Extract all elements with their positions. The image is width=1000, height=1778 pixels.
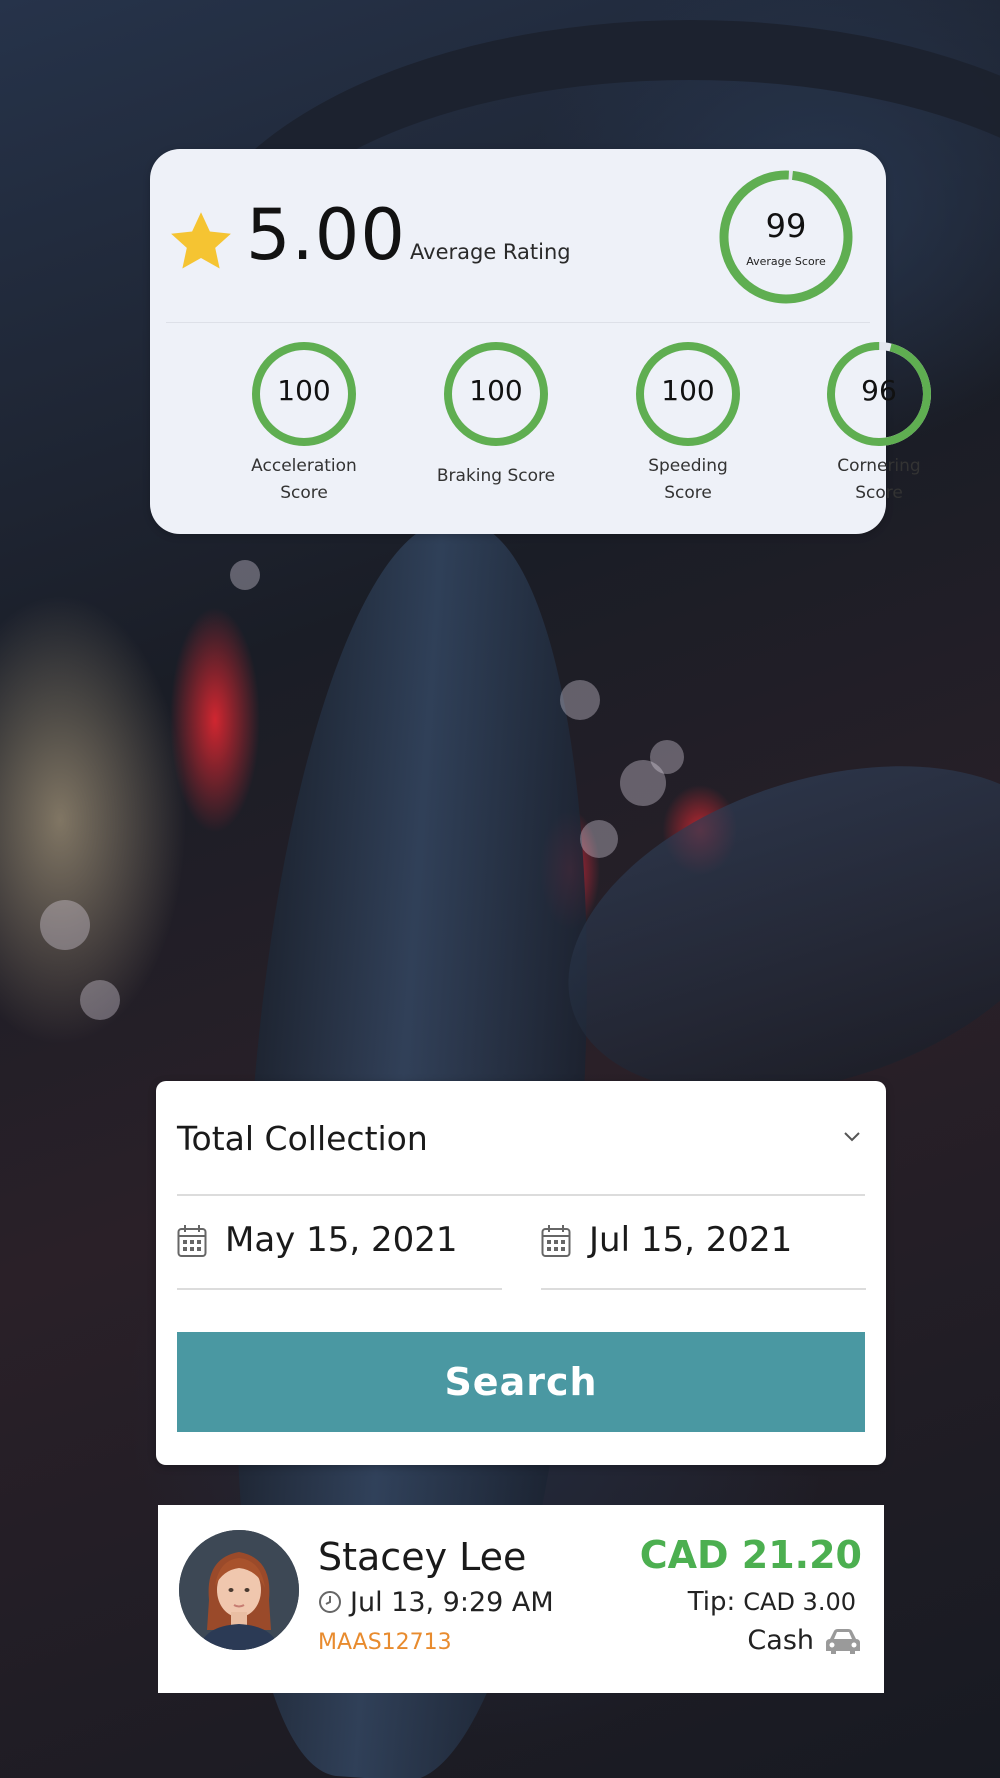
acceleration-score: 100 Acceleration Score <box>224 341 384 507</box>
driver-score-card: 5.00 Average Rating 99 Average Score 100… <box>150 149 931 534</box>
speeding-score: 100 Speeding Score <box>608 341 768 507</box>
card-divider <box>166 322 870 323</box>
average-rating-value: 5.00 <box>246 194 406 276</box>
speeding-score-label: Speeding Score <box>648 456 728 503</box>
fare-amount: CAD 21.20 <box>639 1533 862 1577</box>
start-date-value: May 15, 2021 <box>225 1220 458 1260</box>
report-type-value: Total Collection <box>177 1119 428 1158</box>
braking-score-label: Braking Score <box>436 466 556 486</box>
calendar-icon <box>541 1225 571 1257</box>
payment-method: Cash <box>747 1625 862 1656</box>
braking-score: 100 Braking Score <box>416 341 576 490</box>
avatar <box>179 1530 299 1650</box>
start-date-field[interactable]: May 15, 2021 <box>177 1214 502 1290</box>
tip-amount: Tip: CAD 3.00 <box>688 1587 856 1617</box>
average-score-value: 99 <box>765 207 807 245</box>
search-button[interactable]: Search <box>177 1332 865 1432</box>
rating-summary: 5.00 Average Rating 99 Average Score <box>150 149 886 321</box>
trip-time: Jul 13, 9:29 AM <box>318 1587 554 1618</box>
average-score-label: Average Score <box>746 255 826 268</box>
trip-list-item[interactable]: Stacey Lee Jul 13, 9:29 AM MAAS12713 CAD… <box>158 1505 884 1693</box>
passenger-photo <box>179 1530 299 1650</box>
braking-score-value: 100 <box>469 374 523 407</box>
trip-time-value: Jul 13, 9:29 AM <box>350 1587 554 1618</box>
chevron-down-icon <box>844 1132 860 1142</box>
end-date-field[interactable]: Jul 15, 2021 <box>541 1214 866 1290</box>
speeding-score-value: 100 <box>661 374 715 407</box>
tip-value: CAD 3.00 <box>743 1588 856 1616</box>
report-type-dropdown[interactable]: Total Collection <box>177 1081 865 1196</box>
calendar-icon <box>177 1225 207 1257</box>
end-date-value: Jul 15, 2021 <box>589 1220 793 1260</box>
cornering-score-value: 96 <box>861 374 897 407</box>
collection-filter-card: Total Collection May 15, 2021 Jul 15, 20… <box>156 1081 886 1465</box>
star-icon <box>171 212 231 269</box>
passenger-name: Stacey Lee <box>318 1535 527 1579</box>
payment-method-label: Cash <box>747 1625 814 1656</box>
clock-icon <box>319 1591 341 1613</box>
acceleration-score-value: 100 <box>277 374 331 407</box>
cornering-score-label: Cornering Score <box>837 456 921 503</box>
tip-label: Tip: <box>687 1587 736 1617</box>
car-icon <box>826 1628 860 1654</box>
average-rating-label: Average Rating <box>410 240 571 264</box>
trip-id: MAAS12713 <box>318 1630 452 1655</box>
acceleration-score-label: Acceleration Score <box>251 456 357 503</box>
cornering-score: 96 Cornering Score <box>799 341 959 507</box>
